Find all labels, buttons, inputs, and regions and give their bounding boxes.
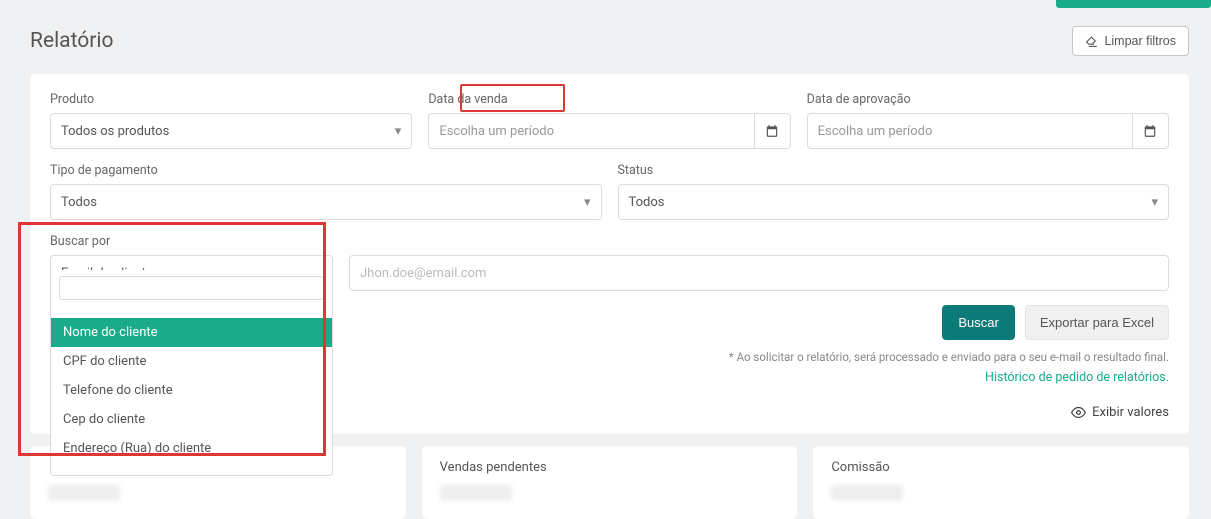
card-title: Vendas pendentes: [440, 460, 780, 475]
dropdown-option[interactable]: CPF do cliente: [51, 347, 332, 376]
calendar-icon: [1143, 124, 1157, 138]
clear-filters-button[interactable]: Limpar filtros: [1072, 26, 1189, 56]
calendar-icon: [765, 124, 779, 138]
search-by-dropdown: Nome do cliente CPF do cliente Telefone …: [50, 270, 333, 476]
status-value: Todos: [629, 195, 665, 210]
dropdown-option-partial[interactable]: [51, 306, 332, 318]
top-accent-bar: [0, 0, 1211, 8]
clear-filters-label: Limpar filtros: [1104, 34, 1176, 48]
product-value: Todos os produtos: [61, 124, 169, 139]
summary-card-commission: Comissão: [813, 446, 1189, 519]
sale-date-label: Data da venda: [428, 92, 790, 107]
search-by-label: Buscar por: [50, 234, 333, 249]
page-title: Relatório: [30, 29, 113, 53]
chevron-down-icon: ▾: [584, 195, 591, 210]
search-button[interactable]: Buscar: [942, 305, 1014, 340]
card-value-blurred: [831, 485, 903, 501]
approval-date-label: Data de aprovação: [807, 92, 1169, 107]
product-label: Produto: [50, 92, 412, 107]
payment-type-label: Tipo de pagamento: [50, 163, 602, 178]
sale-date-calendar-button[interactable]: [755, 113, 791, 149]
dropdown-option[interactable]: Cep do cliente: [51, 405, 332, 434]
card-title: Comissão: [831, 460, 1171, 475]
sale-date-input[interactable]: Escolha um período: [428, 113, 754, 149]
chevron-down-icon: ▾: [1151, 195, 1158, 210]
search-term-input[interactable]: Jhon.doe@email.com: [349, 255, 1169, 291]
filters-panel: Produto Todos os produtos ▾ Data da vend…: [30, 74, 1189, 434]
export-excel-button[interactable]: Exportar para Excel: [1025, 305, 1169, 340]
approval-date-input[interactable]: Escolha um período: [807, 113, 1133, 149]
dropdown-option-partial[interactable]: [51, 463, 332, 475]
payment-type-select[interactable]: Todos ▾: [50, 184, 602, 220]
card-value-blurred: [48, 485, 120, 501]
status-select[interactable]: Todos ▾: [618, 184, 1170, 220]
dropdown-option[interactable]: Nome do cliente: [51, 318, 332, 347]
dropdown-option[interactable]: Telefone do cliente: [51, 376, 332, 405]
approval-date-calendar-button[interactable]: [1133, 113, 1169, 149]
show-values-label: Exibir valores: [1092, 405, 1169, 420]
product-select[interactable]: Todos os produtos ▾: [50, 113, 412, 149]
card-value-blurred: [440, 485, 512, 501]
status-label: Status: [618, 163, 1170, 178]
dropdown-option[interactable]: Endereço (Rua) do cliente: [51, 434, 332, 463]
summary-card-pending: Vendas pendentes: [422, 446, 798, 519]
eraser-icon: [1085, 35, 1098, 48]
search-term-label: [349, 234, 1169, 249]
eye-icon: [1071, 405, 1086, 420]
payment-type-value: Todos: [61, 195, 97, 210]
chevron-down-icon: ▾: [395, 124, 402, 139]
dropdown-search-input[interactable]: [59, 276, 324, 300]
